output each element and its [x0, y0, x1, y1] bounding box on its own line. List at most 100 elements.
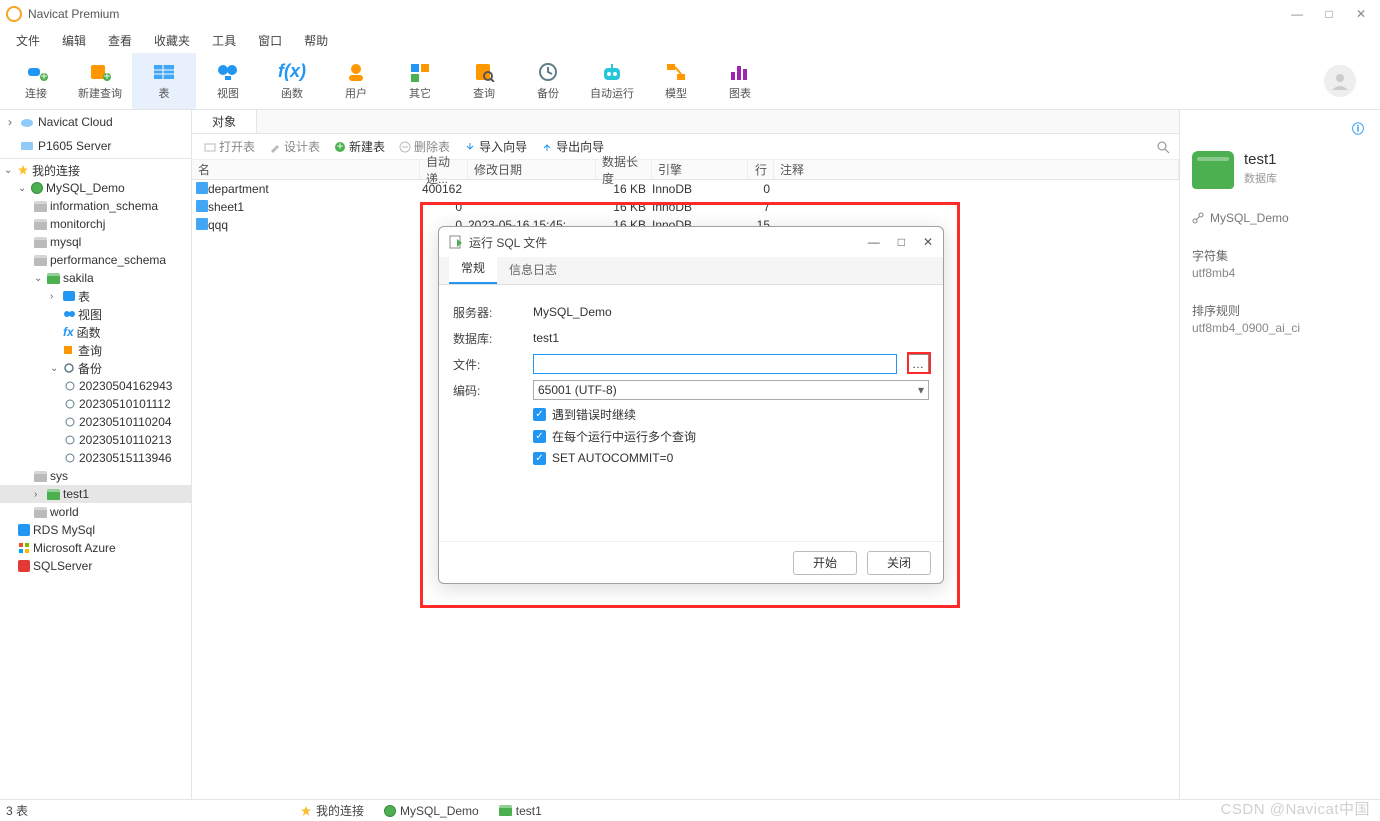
tree-sakila-functions[interactable]: fx函数 — [0, 323, 191, 341]
tree-db-world[interactable]: world — [0, 503, 191, 521]
col-remark[interactable]: 注释 — [774, 160, 1179, 179]
user-avatar[interactable] — [1324, 65, 1356, 97]
navicat-cloud-row[interactable]: › Navicat Cloud — [0, 110, 191, 134]
import-icon — [464, 141, 476, 153]
menu-item-favorites[interactable]: 收藏夹 — [144, 30, 200, 51]
tab-log[interactable]: 信息日志 — [497, 255, 569, 284]
close-dialog-button[interactable]: 关闭 — [867, 551, 931, 575]
maximize-button[interactable]: □ — [1322, 7, 1336, 21]
tree-sakila-backup[interactable]: ⌄备份 — [0, 359, 191, 377]
mysql-connection-icon — [31, 182, 43, 194]
tree-backup-item[interactable]: 20230504162943 — [0, 377, 191, 395]
check-autocommit[interactable]: ✓SET AUTOCOMMIT=0 — [453, 447, 929, 469]
info-connection-link[interactable]: MySQL_Demo — [1192, 211, 1368, 225]
toolbar-backup-button[interactable]: 备份 — [516, 53, 580, 109]
tree-db-sys[interactable]: sys — [0, 467, 191, 485]
connection-tree: ⌄我的连接 ⌄MySQL_Demo information_schema mon… — [0, 159, 191, 799]
toolbar-user-button[interactable]: 用户 — [324, 53, 388, 109]
database-icon — [34, 219, 47, 230]
user-icon — [345, 62, 367, 82]
svg-text:+: + — [337, 141, 344, 153]
database-open-icon — [47, 273, 60, 284]
toolbar-other-button[interactable]: 其它 — [388, 53, 452, 109]
status-schema[interactable]: test1 — [493, 804, 548, 818]
label-file: 文件: — [453, 356, 523, 373]
status-server[interactable]: MySQL_Demo — [378, 804, 485, 818]
tree-sakila-views[interactable]: 视图 — [0, 305, 191, 323]
toolbar-automation-button[interactable]: 自动运行 — [580, 53, 644, 109]
minimize-button[interactable]: — — [1290, 7, 1304, 21]
p1605-server-row[interactable]: P1605 Server — [0, 134, 191, 158]
tree-conn-rds[interactable]: RDS MySql — [0, 521, 191, 539]
tree-sakila-queries[interactable]: 查询 — [0, 341, 191, 359]
tree-conn-mysql-demo[interactable]: ⌄MySQL_Demo — [0, 179, 191, 197]
export-wizard-button[interactable]: 导出向导 — [535, 138, 610, 155]
import-wizard-button[interactable]: 导入向导 — [458, 138, 533, 155]
menu-item-window[interactable]: 窗口 — [248, 30, 292, 51]
encoding-select[interactable]: 65001 (UTF-8)▾ — [533, 380, 929, 400]
menu-item-tools[interactable]: 工具 — [202, 30, 246, 51]
annotation-browse-highlight — [907, 352, 931, 374]
col-size[interactable]: 数据长度 — [596, 160, 652, 179]
clock-icon — [64, 435, 76, 445]
col-engine[interactable]: 引擎 — [652, 160, 748, 179]
tree-db-mysql[interactable]: mysql — [0, 233, 191, 251]
status-connection[interactable]: 我的连接 — [294, 802, 370, 819]
col-autoincrement[interactable]: 自动递... — [420, 160, 468, 179]
toolbar-connect-button[interactable]: +连接 — [4, 53, 68, 109]
check-multi-query[interactable]: ✓在每个运行中运行多个查询 — [453, 425, 929, 447]
tree-db-monitorchj[interactable]: monitorchj — [0, 215, 191, 233]
backup-icon — [63, 363, 75, 373]
table-row[interactable]: department40016216 KBInnoDB0 — [192, 180, 1179, 198]
toolbar-view-button[interactable]: 视图 — [196, 53, 260, 109]
tree-backup-item[interactable]: 20230510101112 — [0, 395, 191, 413]
tree-backup-item[interactable]: 20230510110213 — [0, 431, 191, 449]
tree-db-performance-schema[interactable]: performance_schema — [0, 251, 191, 269]
toolbar-table-button[interactable]: 表 — [132, 53, 196, 109]
table-icon — [196, 200, 208, 212]
new-table-button[interactable]: +新建表 — [328, 138, 391, 155]
tree-conn-sqlserver[interactable]: SQLServer — [0, 557, 191, 575]
dialog-titlebar: 运行 SQL 文件 — □ ✕ — [439, 227, 943, 257]
info-icon[interactable]: ⓘ — [1352, 122, 1364, 136]
menu-item-file[interactable]: 文件 — [6, 30, 50, 51]
menu-item-help[interactable]: 帮助 — [294, 30, 338, 51]
col-rows[interactable]: 行 — [748, 160, 774, 179]
tree-backup-item[interactable]: 20230515113946 — [0, 449, 191, 467]
toolbar-function-button[interactable]: f(x)函数 — [260, 53, 324, 109]
check-continue-on-error[interactable]: ✓遇到错误时继续 — [453, 403, 929, 425]
menu-item-view[interactable]: 查看 — [98, 30, 142, 51]
tree-db-sakila[interactable]: ⌄sakila — [0, 269, 191, 287]
dialog-close-button[interactable]: ✕ — [923, 235, 933, 249]
window-titlebar: Navicat Premium — □ ✕ — [0, 0, 1380, 28]
menu-item-edit[interactable]: 编辑 — [52, 30, 96, 51]
start-button[interactable]: 开始 — [793, 551, 857, 575]
search-button[interactable] — [1153, 137, 1173, 157]
col-name[interactable]: 名 — [192, 160, 420, 179]
design-table-button[interactable]: 设计表 — [263, 138, 326, 155]
tree-db-information-schema[interactable]: information_schema — [0, 197, 191, 215]
toolbar-chart-button[interactable]: 图表 — [708, 53, 772, 109]
database-icon — [34, 255, 47, 266]
tab-objects[interactable]: 对象 — [192, 110, 257, 133]
tab-general[interactable]: 常规 — [449, 253, 497, 284]
database-large-icon — [1192, 151, 1234, 189]
toolbar-query-button[interactable]: 查询 — [452, 53, 516, 109]
run-sql-dialog: 运行 SQL 文件 — □ ✕ 常规 信息日志 服务器:MySQL_Demo 数… — [438, 226, 944, 584]
toolbar-model-button[interactable]: 模型 — [644, 53, 708, 109]
file-input[interactable] — [533, 354, 897, 374]
tree-conn-azure[interactable]: Microsoft Azure — [0, 539, 191, 557]
tree-my-connections[interactable]: ⌄我的连接 — [0, 161, 191, 179]
col-modified[interactable]: 修改日期 — [468, 160, 596, 179]
open-table-button[interactable]: 打开表 — [198, 138, 261, 155]
tree-sakila-tables[interactable]: ›表 — [0, 287, 191, 305]
close-button[interactable]: ✕ — [1354, 7, 1368, 21]
toolbar-new-query-button[interactable]: +新建查询 — [68, 53, 132, 109]
export-icon — [541, 141, 553, 153]
dialog-body: 服务器:MySQL_Demo 数据库:test1 文件: … 编码: 65001… — [439, 285, 943, 541]
tree-db-test1[interactable]: ›test1 — [0, 485, 191, 503]
dialog-maximize-button[interactable]: □ — [898, 235, 905, 249]
dialog-minimize-button[interactable]: — — [868, 235, 880, 249]
tree-backup-item[interactable]: 20230510110204 — [0, 413, 191, 431]
chevron-down-icon: ⌄ — [18, 183, 28, 194]
